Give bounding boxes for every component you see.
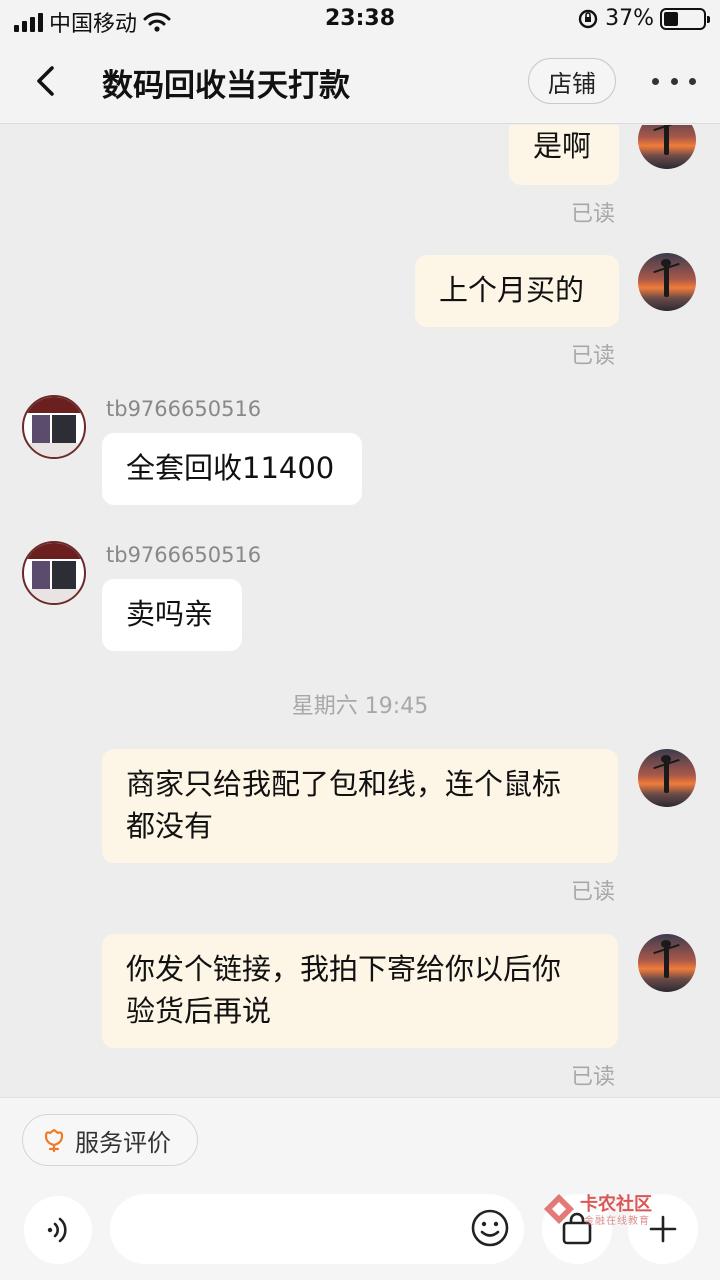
battery-level — [664, 11, 679, 26]
my-avatar[interactable] — [638, 253, 696, 311]
message-bubble-theirs[interactable]: 全套回收11400 — [102, 433, 362, 505]
watermark-logo: 卡农社区 金融在线教育 — [540, 1190, 690, 1230]
read-status: 已读 — [571, 880, 616, 905]
voice-button[interactable] — [24, 1196, 92, 1264]
nav-bar: 数码回收当天打款 店铺 — [0, 40, 720, 124]
battery-icon — [660, 7, 710, 30]
shop-avatar[interactable] — [22, 395, 86, 459]
message-bubble-theirs[interactable]: 卖吗亲 — [102, 579, 242, 651]
sender-name: tb9766650516 — [106, 543, 262, 567]
my-avatar[interactable] — [638, 125, 696, 169]
read-status: 已读 — [571, 1065, 616, 1090]
service-rating-label: 服务评价 — [75, 1128, 171, 1157]
message-bubble-mine[interactable]: 是啊 — [509, 125, 619, 185]
message-bubble-mine[interactable]: 商家只给我配了包和线，连个鼠标 都没有 — [102, 749, 618, 863]
message-bubble-mine[interactable]: 上个月买的 — [415, 255, 619, 327]
chat-area[interactable]: 是啊 已读 上个月买的 已读 tb9766650516 全套回收11400 tb… — [0, 125, 720, 1097]
message-line: 你发个链接，我拍下寄给你以后你 — [126, 952, 562, 986]
sender-name: tb9766650516 — [106, 397, 262, 421]
message-input[interactable] — [110, 1194, 524, 1264]
status-right: 37% — [577, 6, 710, 31]
shop-avatar[interactable] — [22, 541, 86, 605]
status-bar: 中国移动 23:38 37% — [0, 0, 720, 40]
shop-button[interactable]: 店铺 — [528, 58, 616, 104]
message-line: 商家只给我配了包和线，连个鼠标 — [126, 767, 562, 801]
message-bubble-mine[interactable]: 你发个链接，我拍下寄给你以后你 验货后再说 — [102, 934, 618, 1048]
page-title: 数码回收当天打款 — [102, 68, 350, 104]
bottom-bar: 服务评价 — [0, 1097, 720, 1280]
watermark-subtitle: 金融在线教育 — [584, 1216, 650, 1227]
chat-timestamp: 星期六 19:45 — [291, 694, 429, 719]
flower-icon — [44, 1128, 64, 1153]
read-status: 已读 — [571, 202, 616, 227]
watermark-icon — [544, 1194, 574, 1224]
back-arrow-icon[interactable] — [30, 64, 64, 98]
more-dots-icon[interactable] — [652, 66, 696, 96]
message-line: 都没有 — [126, 809, 214, 843]
emoji-icon[interactable] — [470, 1208, 510, 1248]
rotation-lock-icon — [578, 9, 598, 28]
read-status: 已读 — [571, 344, 616, 369]
my-avatar[interactable] — [638, 749, 696, 807]
message-line: 验货后再说 — [126, 994, 272, 1028]
my-avatar[interactable] — [638, 934, 696, 992]
service-rating-button[interactable]: 服务评价 — [22, 1114, 198, 1166]
voice-icon — [47, 1217, 67, 1243]
battery-percent: 37% — [605, 6, 654, 31]
